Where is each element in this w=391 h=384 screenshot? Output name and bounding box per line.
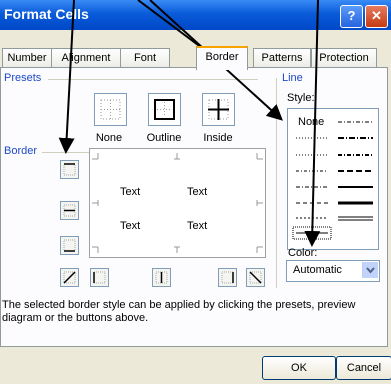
- presets-group-label: Presets: [4, 72, 42, 84]
- preview-text: Text: [187, 220, 208, 232]
- ok-button[interactable]: OK: [262, 356, 336, 380]
- line-style-list[interactable]: None: [287, 108, 379, 250]
- tab-font[interactable]: Font: [120, 48, 170, 68]
- format-cells-dialog: Format Cells ? ✕ Number Alignment Font B…: [0, 0, 391, 384]
- tab-number[interactable]: Number: [2, 48, 52, 68]
- tab-alignment[interactable]: Alignment: [51, 48, 121, 68]
- title-bar: Format Cells ? ✕: [0, 0, 391, 30]
- help-button[interactable]: ?: [340, 5, 363, 28]
- preset-inside-icon: [208, 99, 229, 120]
- preset-inside-label: Inside: [203, 132, 233, 144]
- line-group-separator: [276, 78, 277, 288]
- cancel-button[interactable]: Cancel: [336, 356, 391, 380]
- preview-text: Text: [120, 220, 141, 232]
- color-value: Automatic: [293, 264, 342, 276]
- preset-none-icon: [100, 99, 121, 120]
- border-preview[interactable]: Text Text Text Text: [89, 148, 266, 258]
- color-label: Color:: [288, 247, 318, 259]
- border-diagonal-down-button[interactable]: [246, 268, 265, 287]
- close-button[interactable]: ✕: [365, 5, 388, 28]
- border-top-icon: [63, 163, 76, 176]
- color-dropdown[interactable]: Automatic: [286, 260, 380, 282]
- border-inside-horizontal-icon: [63, 204, 76, 217]
- line-style-samples: [292, 121, 373, 240]
- help-icon: ?: [347, 8, 356, 23]
- border-inside-horizontal-button[interactable]: [60, 201, 79, 220]
- preset-none-button[interactable]: [94, 93, 127, 126]
- preset-outline-button[interactable]: [148, 93, 181, 126]
- border-inside-vertical-button[interactable]: [152, 268, 171, 287]
- preset-inside-button[interactable]: [202, 93, 235, 126]
- tab-strip: Number Alignment Font Border Patterns Pr…: [0, 46, 391, 70]
- tab-patterns[interactable]: Patterns: [253, 48, 311, 68]
- dropdown-arrow-button[interactable]: [362, 262, 378, 278]
- close-icon: ✕: [371, 8, 382, 23]
- border-right-button[interactable]: [218, 268, 237, 287]
- border-bottom-button[interactable]: [60, 236, 79, 255]
- border-top-button[interactable]: [60, 160, 79, 179]
- preview-text: Text: [187, 186, 208, 198]
- tab-protection[interactable]: Protection: [311, 48, 377, 68]
- style-label: Style:: [287, 92, 315, 104]
- preview-guides: [92, 153, 263, 253]
- preset-none-label: None: [95, 132, 123, 144]
- preview-text: Text: [120, 186, 141, 198]
- border-group-label: Border: [4, 145, 38, 157]
- preset-outline-icon: [154, 99, 175, 120]
- preset-outline-label: Outline: [146, 132, 182, 144]
- border-diagonal-up-button[interactable]: [60, 268, 79, 287]
- tab-border[interactable]: Border: [196, 46, 248, 70]
- border-left-icon: [93, 271, 106, 284]
- help-description: The selected border style can be applied…: [2, 299, 356, 324]
- border-bottom-icon: [63, 239, 76, 252]
- border-inside-vertical-icon: [155, 271, 168, 284]
- border-left-button[interactable]: [90, 268, 109, 287]
- presets-separator: [48, 79, 258, 80]
- diagonal-up-icon: [63, 271, 76, 284]
- chevron-down-icon: [366, 267, 375, 274]
- diagonal-down-icon: [249, 271, 262, 284]
- line-group-label: Line: [282, 72, 303, 84]
- window-title: Format Cells: [4, 6, 89, 22]
- border-right-icon: [221, 271, 234, 284]
